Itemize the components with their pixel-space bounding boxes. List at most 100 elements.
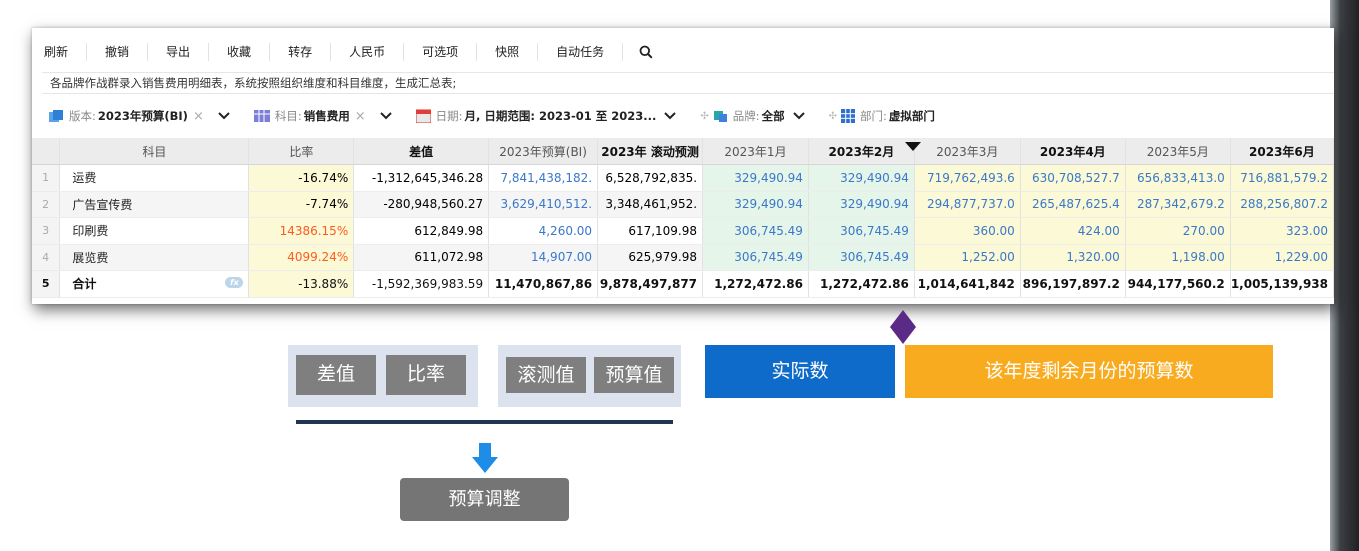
- drag-handle-icon[interactable]: ✣: [700, 111, 708, 122]
- cell-jan[interactable]: 329,490.94: [702, 191, 809, 218]
- col-header-feb[interactable]: 2023年2月: [808, 138, 915, 165]
- cell-apr[interactable]: 265,487,625.4: [1020, 191, 1126, 218]
- cell-subject[interactable]: 运费: [59, 164, 250, 192]
- cell-apr[interactable]: 896,197,897.2: [1020, 270, 1126, 298]
- cell-jun[interactable]: 288,256,807.2: [1230, 191, 1334, 218]
- table-row[interactable]: 3 印刷费 14386.15% 612,849.98 4,260.00 617,…: [32, 217, 1334, 245]
- table-row[interactable]: 4 展览费 4099.24% 611,072.98 14,907.00 625,…: [32, 244, 1334, 271]
- cell-jan[interactable]: 306,745.49: [702, 244, 809, 271]
- cell-apr[interactable]: 630,708,527.7: [1020, 164, 1126, 192]
- cell-rate[interactable]: -7.74%: [248, 191, 355, 218]
- cell-jun[interactable]: 1,005,139,938: [1230, 270, 1334, 298]
- cell-diff[interactable]: -1,592,369,983.59: [353, 270, 490, 298]
- col-header-diff[interactable]: 差值: [353, 138, 490, 165]
- cell-may[interactable]: 656,833,413.0: [1125, 164, 1231, 192]
- filter-subject[interactable]: 科目: 销售费用 ×: [253, 108, 402, 124]
- cell-rate[interactable]: -16.74%: [248, 164, 355, 192]
- cell-budget[interactable]: 7,841,438,182.: [488, 164, 599, 192]
- cell-feb[interactable]: 306,745.49: [808, 244, 915, 271]
- cell-may[interactable]: 944,177,560.2: [1125, 270, 1231, 298]
- col-header-jun[interactable]: 2023年6月: [1230, 138, 1334, 165]
- subject-value: 销售费用: [303, 109, 350, 123]
- row-number: 5: [32, 270, 61, 298]
- cell-feb[interactable]: 306,745.49: [808, 217, 915, 245]
- cell-apr[interactable]: 1,320.00: [1020, 244, 1126, 271]
- cell-may[interactable]: 287,342,679.2: [1125, 191, 1231, 218]
- cell-mar[interactable]: 294,877,737.0: [914, 191, 1021, 218]
- cell-rate[interactable]: -13.88%: [248, 270, 355, 298]
- cell-jun[interactable]: 323.00: [1230, 217, 1334, 245]
- chevron-down-icon[interactable]: [792, 112, 805, 120]
- cell-jun[interactable]: 716,881,579.2: [1230, 164, 1334, 192]
- total-row[interactable]: 5 合计 fx -13.88% -1,592,369,983.59 11,470,…: [32, 270, 1334, 298]
- cell-rate[interactable]: 14386.15%: [248, 217, 355, 245]
- cell-rate[interactable]: 4099.24%: [248, 244, 355, 271]
- table-row[interactable]: 2 广告宣传费 -7.74% -280,948,560.27 3,629,410…: [32, 191, 1334, 218]
- cell-subject[interactable]: 印刷费: [59, 217, 250, 245]
- cell-mar[interactable]: 719,762,493.6: [914, 164, 1021, 192]
- cell-may[interactable]: 1,198.00: [1125, 244, 1231, 271]
- filter-dept[interactable]: ✣ 部门: 虚拟部门: [829, 108, 935, 124]
- cell-jan[interactable]: 329,490.94: [702, 164, 809, 192]
- close-icon[interactable]: ×: [193, 109, 204, 124]
- search-icon[interactable]: [623, 43, 653, 61]
- cell-subject-total[interactable]: 合计 fx: [59, 270, 250, 298]
- currency-button[interactable]: 人民币: [331, 43, 405, 61]
- col-header-jan[interactable]: 2023年1月: [702, 138, 809, 165]
- cell-subject[interactable]: 广告宣传费: [59, 191, 250, 218]
- cell-mar[interactable]: 1,252.00: [914, 244, 1021, 271]
- cell-jan[interactable]: 1,272,472.86: [702, 270, 809, 298]
- legend-diff: 差值: [296, 355, 376, 395]
- chevron-down-icon[interactable]: [379, 112, 392, 120]
- drag-handle-icon[interactable]: ✣: [829, 111, 837, 122]
- cell-diff[interactable]: 612,849.98: [353, 217, 490, 245]
- col-header-budget[interactable]: 2023年预算(BI): [488, 138, 599, 165]
- close-icon[interactable]: ×: [355, 109, 366, 124]
- legend-actual: 实际数: [705, 345, 895, 398]
- undo-button[interactable]: 撤销: [87, 43, 149, 61]
- cell-feb[interactable]: 1,272,472.86: [808, 270, 915, 298]
- col-header-mar[interactable]: 2023年3月: [914, 138, 1021, 165]
- cell-rolling[interactable]: 6,528,792,835.: [597, 164, 704, 192]
- formula-icon[interactable]: fx: [225, 277, 244, 289]
- chevron-down-icon[interactable]: [664, 112, 677, 120]
- cell-rolling[interactable]: 625,979.98: [597, 244, 704, 271]
- filter-date[interactable]: 日期: 月, 日期范围: 2023-01 至 2023...: [415, 108, 687, 124]
- auto-task-button[interactable]: 自动任务: [538, 43, 624, 61]
- cell-apr[interactable]: 424.00: [1020, 217, 1126, 245]
- col-header-apr[interactable]: 2023年4月: [1020, 138, 1126, 165]
- filter-version[interactable]: 版本: 2023年预算(BI) ×: [48, 108, 240, 124]
- cell-feb[interactable]: 329,490.94: [808, 164, 915, 192]
- cell-jun[interactable]: 1,229.00: [1230, 244, 1334, 271]
- cell-rolling[interactable]: 617,109.98: [597, 217, 704, 245]
- cell-budget[interactable]: 3,629,410,512.: [488, 191, 599, 218]
- cell-diff[interactable]: 611,072.98: [353, 244, 490, 271]
- favorite-button[interactable]: 收藏: [209, 43, 271, 61]
- export-button[interactable]: 导出: [148, 43, 210, 61]
- cell-subject[interactable]: 展览费: [59, 244, 250, 271]
- cell-feb[interactable]: 329,490.94: [808, 191, 915, 218]
- refresh-button[interactable]: 刷新: [42, 43, 88, 61]
- options-button[interactable]: 可选项: [404, 43, 478, 61]
- col-header-rolling[interactable]: 2023年 滚动预测: [597, 138, 704, 165]
- cell-diff[interactable]: -280,948,560.27: [353, 191, 490, 218]
- cell-budget[interactable]: 14,907.00: [488, 244, 599, 271]
- chevron-down-icon[interactable]: [218, 112, 230, 120]
- cell-rolling[interactable]: 3,348,461,952.: [597, 191, 704, 218]
- cell-mar[interactable]: 1,014,641,842: [914, 270, 1021, 298]
- col-header-may[interactable]: 2023年5月: [1125, 138, 1231, 165]
- snapshot-button[interactable]: 快照: [477, 43, 539, 61]
- save-as-button[interactable]: 转存: [270, 43, 332, 61]
- cell-diff[interactable]: -1,312,645,346.28: [353, 164, 490, 192]
- filter-brand[interactable]: ✣ 品牌: 全部: [700, 108, 814, 124]
- cell-jan[interactable]: 306,745.49: [702, 217, 809, 245]
- col-header-rate[interactable]: 比率: [248, 138, 355, 165]
- cell-may[interactable]: 270.00: [1125, 217, 1231, 245]
- table-row[interactable]: 1 运费 -16.74% -1,312,645,346.28 7,841,438…: [32, 164, 1334, 192]
- cell-budget[interactable]: 11,470,867,86: [488, 270, 599, 298]
- version-icon: [49, 110, 63, 122]
- cell-mar[interactable]: 360.00: [914, 217, 1021, 245]
- cell-rolling[interactable]: 9,878,497,877: [597, 270, 704, 298]
- cell-budget[interactable]: 4,260.00: [488, 217, 599, 245]
- col-header-subject[interactable]: 科目: [59, 138, 250, 165]
